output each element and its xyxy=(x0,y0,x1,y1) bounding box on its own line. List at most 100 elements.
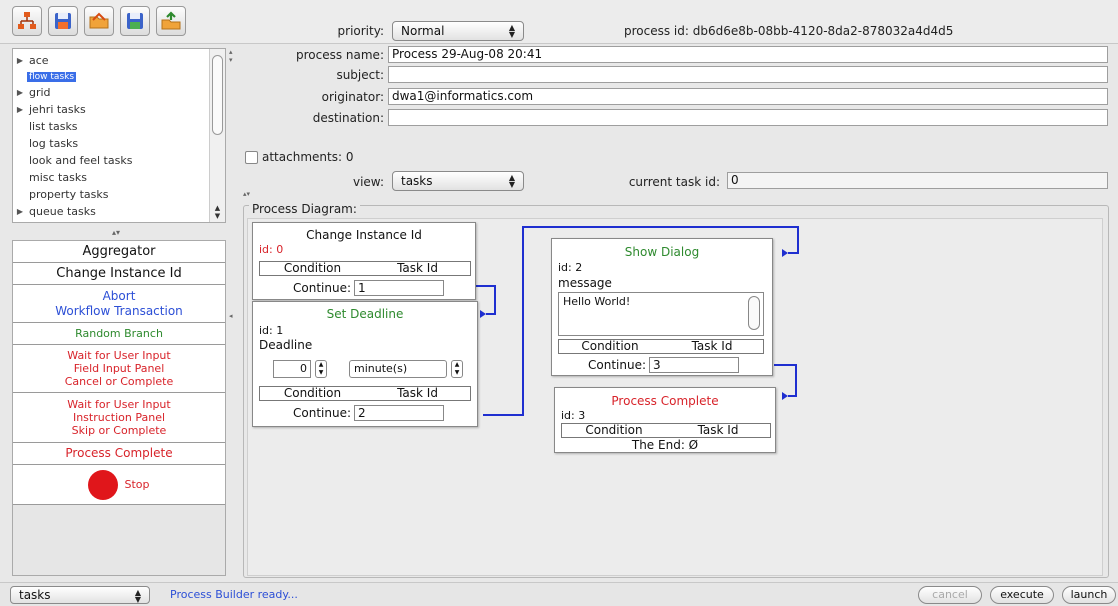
message-textarea[interactable]: Hello World! xyxy=(558,292,764,336)
end-text: The End: Ø xyxy=(631,438,699,452)
process-tree-button[interactable] xyxy=(12,6,42,36)
view-label: view: xyxy=(352,175,384,189)
expand-arrow-icon[interactable]: ▶ xyxy=(13,56,27,65)
vertical-splitter[interactable]: ▴ ▾ ◂ xyxy=(228,48,236,578)
palette-wait-field-input[interactable]: Wait for User Input Field Input Panel Canc… xyxy=(13,345,225,393)
tree-scrollbar[interactable]: ▲ ▼ xyxy=(209,49,225,222)
continue-row: Continue: 3 xyxy=(588,357,740,373)
current-task-field[interactable]: 0 xyxy=(727,172,1108,189)
message-scrollbar[interactable] xyxy=(748,296,760,330)
horizontal-splitter-grip[interactable]: ▴▾ xyxy=(112,228,120,237)
splitter-grip-middle[interactable]: ◂ xyxy=(229,312,233,320)
subject-label: subject: xyxy=(336,68,384,82)
arrow-head-icon xyxy=(480,310,486,318)
save-icon xyxy=(55,13,71,29)
process-name-label: process name: xyxy=(295,48,384,62)
node-id: id: 3 xyxy=(561,409,586,422)
save-as-button[interactable] xyxy=(120,6,150,36)
node-id: id: 2 xyxy=(558,261,583,274)
open-button[interactable] xyxy=(84,6,114,36)
tree-item[interactable]: property tasks xyxy=(13,186,110,203)
scroll-arrows-icon[interactable]: ▲ ▼ xyxy=(212,204,223,220)
view-select[interactable]: tasks ▲ ▼ xyxy=(392,171,524,191)
process-diagram-title: Process Diagram: xyxy=(249,202,360,216)
cancel-button[interactable]: cancel xyxy=(918,586,982,604)
unit-stepper-icon[interactable]: ▲ ▼ xyxy=(451,360,463,378)
tree-item[interactable]: ▶ queue tasks xyxy=(13,203,98,220)
palette-abort[interactable]: Abort Workflow Transaction xyxy=(13,285,225,323)
attachments-count: 0 xyxy=(345,150,354,164)
message-label: message xyxy=(558,276,612,290)
process-tree-icon xyxy=(18,12,36,29)
amount-stepper-icon[interactable]: ▲ ▼ xyxy=(315,360,327,378)
tree-item[interactable]: misc tasks xyxy=(13,169,89,186)
tree-item[interactable]: look and feel tasks xyxy=(13,152,134,169)
expand-arrow-icon[interactable]: ▶ xyxy=(13,105,27,114)
deadline-label: Deadline xyxy=(259,338,313,352)
upload-icon xyxy=(161,11,181,30)
originator-field[interactable]: dwa1@informatics.com xyxy=(388,88,1108,105)
priority-select[interactable]: Normal ▲ ▼ xyxy=(392,21,524,41)
palette-random-branch[interactable]: Random Branch xyxy=(13,323,225,345)
condition-header: Condition Task Id xyxy=(259,386,471,401)
palette-aggregator[interactable]: Aggregator xyxy=(13,241,225,263)
tree-item[interactable]: list tasks xyxy=(13,118,80,135)
attachments-checkbox[interactable] xyxy=(245,151,258,164)
tree-item[interactable]: ▶ ace xyxy=(13,52,51,69)
open-folder-icon xyxy=(89,12,109,29)
node-change-instance-id[interactable]: Change Instance Id id: 0 Condition Task I… xyxy=(252,222,476,300)
launch-button[interactable]: launch xyxy=(1062,586,1116,604)
connector-2-3 xyxy=(774,364,797,397)
task-category-tree[interactable]: ▶ ace flow tasks ▶ grid ▶ jehri tasks list … xyxy=(12,48,226,223)
upload-button[interactable] xyxy=(156,6,186,36)
palette-stop[interactable]: Stop xyxy=(13,465,225,505)
scroll-thumb[interactable] xyxy=(212,55,223,135)
continue-field[interactable]: 2 xyxy=(354,405,445,421)
current-task-label: current task id: xyxy=(628,175,720,189)
tree-item-selected[interactable]: flow tasks xyxy=(13,68,77,85)
destination-field[interactable] xyxy=(388,109,1108,126)
save-button[interactable] xyxy=(48,6,78,36)
bottom-view-select[interactable]: tasks ▲ ▼ xyxy=(10,586,150,604)
panel-splitter-grip[interactable]: ▴▾ xyxy=(243,190,250,198)
continue-row: Continue: 2 xyxy=(293,405,445,421)
node-id: id: 1 xyxy=(259,324,284,337)
tree-item[interactable]: log tasks xyxy=(13,135,80,152)
status-bar: tasks ▲ ▼ Process Builder ready... cancel … xyxy=(0,582,1118,606)
expand-arrow-icon[interactable]: ▶ xyxy=(13,88,27,97)
task-palette: Aggregator Change Instance Id Abort Workf… xyxy=(12,240,226,576)
subject-field[interactable] xyxy=(388,66,1108,83)
up-down-arrows-icon: ▲ ▼ xyxy=(134,588,141,604)
execute-button[interactable]: execute xyxy=(990,586,1054,604)
tree-item[interactable]: ▶ jehri tasks xyxy=(13,101,88,118)
up-down-arrows-icon: ▲ ▼ xyxy=(508,23,515,39)
process-id-label: process id: db6d6e8b-08bb-4120-8da2-8780… xyxy=(624,24,954,38)
deadline-amount-field[interactable]: 0 xyxy=(273,360,311,378)
continue-field[interactable]: 3 xyxy=(649,357,740,373)
expand-arrow-icon[interactable]: ▶ xyxy=(13,207,27,216)
palette-wait-instruction[interactable]: Wait for User Input Instruction Panel Skip… xyxy=(13,393,225,443)
stop-icon xyxy=(88,469,119,500)
process-name-field[interactable]: Process 29-Aug-08 20:41 xyxy=(388,46,1108,63)
status-message: Process Builder ready... xyxy=(170,588,298,601)
save-as-icon xyxy=(127,13,143,29)
arrow-head-icon xyxy=(782,249,788,257)
priority-label: priority: xyxy=(337,24,384,38)
process-id-value: db6d6e8b-08bb-4120-8da2-878032a4d4d5 xyxy=(692,24,954,38)
condition-header: Condition Task Id xyxy=(558,339,764,354)
diagram-canvas[interactable]: Change Instance Id id: 0 Condition Task I… xyxy=(247,218,1103,576)
arrow-head-icon xyxy=(782,392,788,400)
connector-0-1 xyxy=(476,285,496,315)
palette-change-instance[interactable]: Change Instance Id xyxy=(13,263,225,285)
node-show-dialog[interactable]: Show Dialog id: 2 message Hello World! C… xyxy=(551,238,773,376)
attachments-label: attachments: 0 xyxy=(262,150,354,164)
tree-item[interactable]: ▶ grid xyxy=(13,84,53,101)
condition-header: Condition Task Id xyxy=(259,261,471,276)
splitter-grip-top[interactable]: ▴ ▾ xyxy=(229,48,233,64)
up-down-arrows-icon: ▲ ▼ xyxy=(508,173,515,189)
palette-process-complete[interactable]: Process Complete xyxy=(13,443,225,465)
deadline-unit-select[interactable]: minute(s) xyxy=(349,360,447,378)
continue-field[interactable]: 1 xyxy=(354,280,445,296)
node-process-complete[interactable]: Process Complete id: 3 Condition Task Id … xyxy=(554,387,776,453)
node-set-deadline[interactable]: Set Deadline id: 1 Deadline 0 ▲ ▼ minute(… xyxy=(252,301,478,427)
